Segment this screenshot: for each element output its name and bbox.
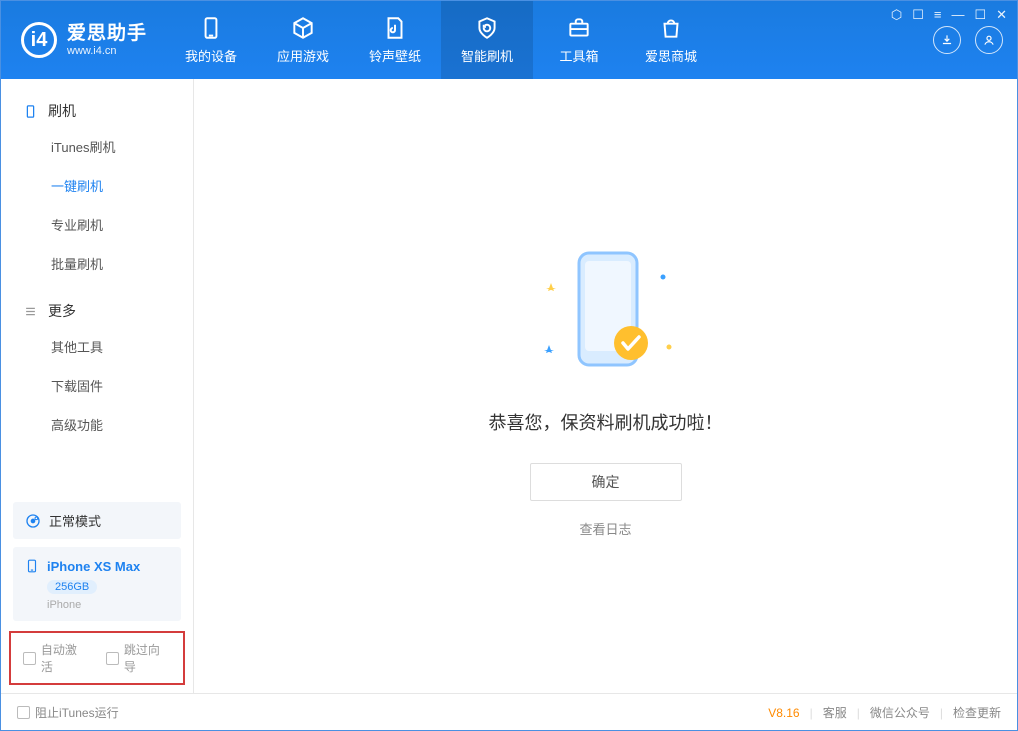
sidebar: 刷机 iTunes刷机 一键刷机 专业刷机 批量刷机 更多 其他工具 下载固件 … [1,79,194,693]
music-file-icon [382,15,408,41]
bag-icon [658,15,684,41]
block-itunes-checkbox[interactable]: 阻止iTunes运行 [17,704,119,721]
version-label: V8.16 [768,706,799,720]
user-button[interactable] [975,26,1003,54]
feedback-icon[interactable]: ☐ [912,7,924,23]
checkbox-label: 自动激活 [41,641,88,675]
section-title: 更多 [48,301,76,321]
nav-toolbox[interactable]: 工具箱 [533,1,625,79]
nav-ringtones[interactable]: 铃声壁纸 [349,1,441,79]
cube-icon [290,15,316,41]
phone-icon [198,15,224,41]
nav-label: 智能刷机 [461,46,513,65]
sidebar-item-other-tools[interactable]: 其他工具 [1,327,193,366]
auto-activate-checkbox[interactable]: 自动激活 [23,641,88,675]
app-name: 爱思助手 [67,23,147,45]
main-content: 恭喜您，保资料刷机成功啦！ 确定 查看日志 [194,79,1017,693]
menu-icon[interactable]: ≡ [934,7,942,23]
checkbox-icon [106,652,119,665]
footer-link-support[interactable]: 客服 [823,704,847,721]
app-header: ⬡ ☐ ≡ — ☐ ✕ i4 爱思助手 www.i4.cn 我的设备 应用游戏 … [1,1,1017,79]
app-url: www.i4.cn [67,45,147,58]
footer-link-wechat[interactable]: 微信公众号 [870,704,930,721]
device-mode-card[interactable]: 正常模式 [13,502,181,539]
device-type: iPhone [47,599,169,611]
sidebar-section-more: 更多 [1,295,193,327]
minimize-icon[interactable]: — [951,7,964,23]
device-storage-badge: 256GB [47,580,97,594]
sidebar-item-itunes-flash[interactable]: iTunes刷机 [1,127,193,166]
footer-link-update[interactable]: 检查更新 [953,704,1001,721]
list-icon [23,304,38,319]
checkbox-label: 阻止iTunes运行 [35,704,119,721]
checkbox-icon [23,652,36,665]
section-title: 刷机 [48,101,76,121]
device-block: 正常模式 iPhone XS Max 256GB iPhone [1,492,193,631]
checkbox-icon [17,706,30,719]
nav-apps-games[interactable]: 应用游戏 [257,1,349,79]
nav-smart-flash[interactable]: 智能刷机 [441,1,533,79]
sidebar-item-firmware[interactable]: 下载固件 [1,366,193,405]
status-bar: 阻止iTunes运行 V8.16 | 客服 | 微信公众号 | 检查更新 [1,693,1017,731]
success-illustration [521,235,691,385]
skip-guide-checkbox[interactable]: 跳过向导 [106,641,171,675]
nav-label: 爱思商城 [645,46,697,65]
window-controls: ⬡ ☐ ≡ — ☐ ✕ [891,7,1007,23]
nav-store[interactable]: 爱思商城 [625,1,717,79]
nav-label: 铃声壁纸 [369,46,421,65]
options-highlight-box: 自动激活 跳过向导 [9,631,185,685]
close-icon[interactable]: ✕ [996,7,1007,23]
sidebar-section-flash: 刷机 [1,95,193,127]
device-phone-icon [25,557,39,575]
nav-label: 我的设备 [185,46,237,65]
device-mode-label: 正常模式 [49,511,101,530]
sidebar-item-pro-flash[interactable]: 专业刷机 [1,205,193,244]
nav-label: 应用游戏 [277,46,329,65]
device-card[interactable]: iPhone XS Max 256GB iPhone [13,547,181,621]
view-log-link[interactable]: 查看日志 [579,519,631,538]
nav-tabs: 我的设备 应用游戏 铃声壁纸 智能刷机 工具箱 爱思商城 [165,1,717,79]
success-message: 恭喜您，保资料刷机成功啦！ [489,409,723,435]
nav-label: 工具箱 [560,46,599,65]
mode-icon [25,513,41,529]
shield-refresh-icon [474,15,500,41]
sidebar-item-oneclick-flash[interactable]: 一键刷机 [1,166,193,205]
download-button[interactable] [933,26,961,54]
logo[interactable]: i4 爱思助手 www.i4.cn [1,1,165,79]
checkbox-label: 跳过向导 [124,641,171,675]
toolbox-icon [566,15,592,41]
shirt-icon[interactable]: ⬡ [891,7,902,23]
device-name: iPhone XS Max [47,559,140,574]
nav-my-device[interactable]: 我的设备 [165,1,257,79]
maximize-icon[interactable]: ☐ [974,7,986,23]
sidebar-item-advanced[interactable]: 高级功能 [1,405,193,444]
ok-button[interactable]: 确定 [530,463,682,501]
phone-outline-icon [23,104,38,119]
sidebar-item-batch-flash[interactable]: 批量刷机 [1,244,193,283]
logo-icon: i4 [21,22,57,58]
